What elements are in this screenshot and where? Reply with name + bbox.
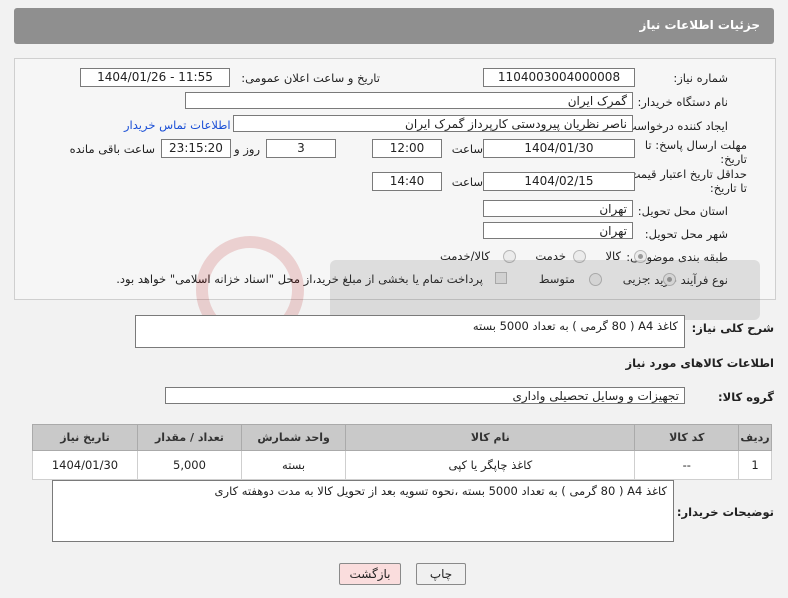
col-row-number: ردیف bbox=[738, 424, 772, 451]
category-option-goods-service: کالا/خدمت bbox=[439, 249, 490, 263]
description-label: شرح کلی نیاز: bbox=[691, 321, 774, 335]
treasury-payment-checkbox[interactable] bbox=[495, 272, 507, 284]
days-label: روز و bbox=[234, 142, 260, 156]
category-radio-goods[interactable] bbox=[634, 250, 647, 263]
deadline-time-label: ساعت bbox=[451, 142, 483, 156]
city-field: تهران bbox=[483, 222, 633, 239]
process-label: نوع فرآیند خرید : bbox=[646, 273, 728, 287]
col-unit: واحد شمارش bbox=[240, 424, 347, 451]
buyer-notes-label: توضیحات خریدار: bbox=[676, 505, 774, 519]
goods-group-field: تجهیزات و وسایل تحصیلی واداری bbox=[165, 387, 685, 404]
buyer-notes-textarea[interactable]: کاغذ A4 ( 80 گرمی ) به تعداد 5000 بسته ،… bbox=[52, 480, 674, 542]
col-goods-code: کد کالا bbox=[634, 424, 740, 451]
category-option-service: خدمت bbox=[535, 249, 566, 263]
page-title: جزئیات اطلاعات نیاز bbox=[639, 18, 760, 32]
deadline-label-line2: تاریخ: bbox=[720, 152, 747, 166]
days-remaining-field: 3 bbox=[266, 139, 336, 158]
cell-goods-code: -- bbox=[634, 450, 740, 480]
validity-time-label: ساعت bbox=[451, 175, 483, 189]
buyer-org-field: گمرک ایران bbox=[185, 92, 633, 109]
buyer-org-label: نام دستگاه خریدار: bbox=[637, 95, 728, 109]
goods-table-header: ردیف کد کالا نام کالا واحد شمارش تعداد /… bbox=[32, 424, 772, 451]
process-option-minor: جزیی bbox=[622, 272, 649, 286]
table-row: 1 -- کاغذ چاپگر یا کپی بسته 5,000 1404/0… bbox=[32, 450, 772, 480]
col-goods-name: نام کالا bbox=[345, 424, 636, 451]
creator-field: ناصر نظریان پیرودستی کارپرداز گمرک ایران bbox=[233, 115, 633, 132]
process-radio-medium[interactable] bbox=[589, 273, 602, 286]
announce-datetime-field: 1404/01/26 - 11:55 bbox=[80, 68, 230, 87]
cell-need-date: 1404/01/30 bbox=[32, 450, 138, 480]
process-option-medium: متوسط bbox=[538, 272, 575, 286]
goods-section-title: اطلاعات کالاهای مورد نیاز bbox=[625, 356, 774, 370]
category-option-goods: کالا bbox=[605, 249, 621, 263]
cell-row-number: 1 bbox=[738, 450, 772, 480]
cell-unit: بسته bbox=[240, 450, 347, 480]
province-label: استان محل تحویل: bbox=[637, 204, 728, 218]
need-number-field: 1104003004000008 bbox=[483, 68, 635, 87]
province-field: تهران bbox=[483, 200, 633, 217]
treasury-payment-note: پرداخت تمام یا بخشی از مبلغ خرید،از محل … bbox=[116, 272, 483, 286]
deadline-date-field: 1404/01/30 bbox=[483, 139, 635, 158]
cell-quantity: 5,000 bbox=[136, 450, 242, 480]
validity-time-field: 14:40 bbox=[372, 172, 442, 191]
announce-label: تاریخ و ساعت اعلان عمومی: bbox=[241, 71, 380, 85]
city-label: شهر محل تحویل: bbox=[644, 227, 728, 241]
remaining-time-field: 23:15:20 bbox=[161, 139, 231, 158]
creator-label: ایجاد کننده درخواست: bbox=[622, 119, 728, 133]
buyer-contact-link[interactable]: اطلاعات تماس خریدار bbox=[124, 118, 231, 132]
validity-date-field: 1404/02/15 bbox=[483, 172, 635, 191]
print-button[interactable]: چاپ bbox=[416, 563, 466, 585]
cell-goods-name: کاغذ چاپگر یا کپی bbox=[345, 450, 636, 480]
col-need-date: تاریخ نیاز bbox=[32, 424, 138, 451]
back-button[interactable]: بازگشت bbox=[339, 563, 401, 585]
deadline-label-line1: مهلت ارسال پاسخ: تا bbox=[644, 138, 747, 152]
category-radio-goods-service[interactable] bbox=[503, 250, 516, 263]
validity-label-line2: تا تاریخ: bbox=[709, 181, 747, 195]
goods-group-label: گروه کالا: bbox=[718, 390, 774, 404]
category-radio-service[interactable] bbox=[573, 250, 586, 263]
validity-label-line1: حداقل تاریخ اعتبار قیمت: bbox=[625, 167, 747, 181]
remaining-time-label: ساعت باقی مانده bbox=[69, 142, 155, 156]
page-header: جزئیات اطلاعات نیاز bbox=[14, 8, 774, 44]
process-radio-minor[interactable] bbox=[663, 273, 676, 286]
description-textarea[interactable]: کاغذ A4 ( 80 گرمی ) به تعداد 5000 بسته bbox=[135, 315, 685, 348]
col-quantity: تعداد / مقدار bbox=[136, 424, 242, 451]
goods-table: ردیف کد کالا نام کالا واحد شمارش تعداد /… bbox=[32, 424, 772, 480]
need-number-label: شماره نیاز: bbox=[673, 71, 728, 85]
deadline-time-field: 12:00 bbox=[372, 139, 442, 158]
